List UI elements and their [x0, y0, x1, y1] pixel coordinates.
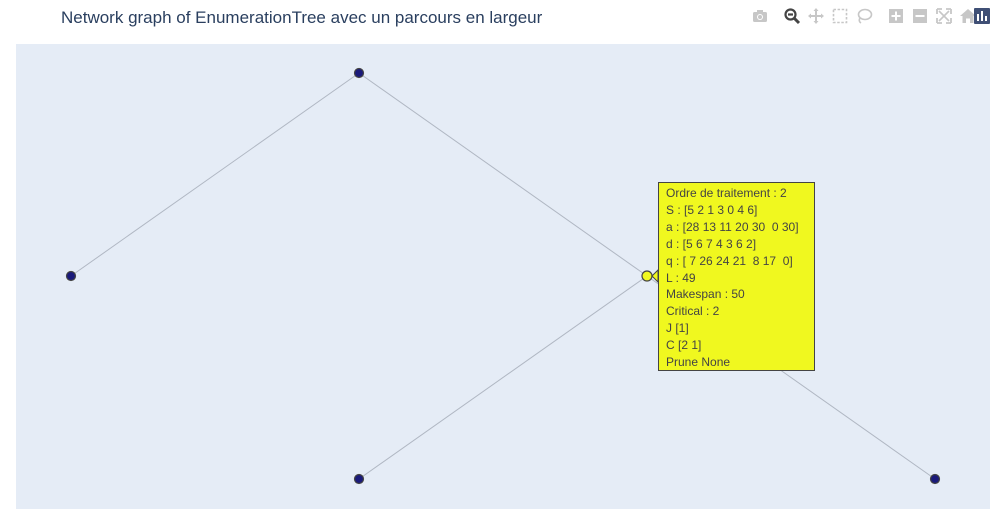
- graph-edge-root-left: [70, 72, 360, 277]
- graph-node-mid[interactable]: [641, 270, 653, 282]
- network-graph[interactable]: [16, 44, 990, 509]
- plot-area[interactable]: [16, 44, 990, 509]
- graph-edge-mid-bl: [358, 275, 648, 480]
- hover-critical: Critical : 2: [666, 304, 720, 319]
- hover-a: a : [28 13 11 20 30 0 30]: [666, 219, 799, 234]
- graph-node-bl[interactable]: [353, 473, 365, 485]
- hover-d: d : [5 6 7 4 3 6 2]: [666, 236, 757, 251]
- zoom-out-icon[interactable]: [911, 7, 929, 25]
- hover-l: L : 49: [666, 270, 696, 285]
- lasso-select-icon[interactable]: [855, 7, 873, 25]
- hover-j: J [1]: [666, 321, 689, 336]
- hover-c: C [2 1]: [666, 338, 702, 353]
- graph-node-left[interactable]: [65, 270, 77, 282]
- autoscale-icon[interactable]: [935, 7, 953, 25]
- zoom-in-icon[interactable]: [887, 7, 905, 25]
- hover-prune: Prune None: [666, 355, 731, 370]
- hover-s: S : [5 2 1 3 0 4 6]: [666, 202, 758, 217]
- pan-icon[interactable]: [807, 7, 825, 25]
- hover-makespan: Makespan : 50: [666, 287, 745, 302]
- zoom-icon[interactable]: [783, 7, 801, 25]
- node-hover-tooltip: Ordre de traitement : 2 S : [5 2 1 3 0 4…: [658, 182, 815, 371]
- hover-q: q : [ 7 26 24 21 8 17 0]: [666, 253, 793, 268]
- hover-ordre: Ordre de traitement : 2: [666, 186, 787, 200]
- modebar: [751, 7, 991, 27]
- plotly-logo-icon[interactable]: [973, 7, 991, 25]
- graph-edge-root-mid: [358, 72, 648, 277]
- box-select-icon[interactable]: [831, 7, 849, 25]
- graph-node-root[interactable]: [353, 67, 365, 79]
- graph-node-br[interactable]: [929, 473, 941, 485]
- camera-icon[interactable]: [751, 7, 769, 25]
- chart-title: Network graph of EnumerationTree avec un…: [61, 8, 543, 27]
